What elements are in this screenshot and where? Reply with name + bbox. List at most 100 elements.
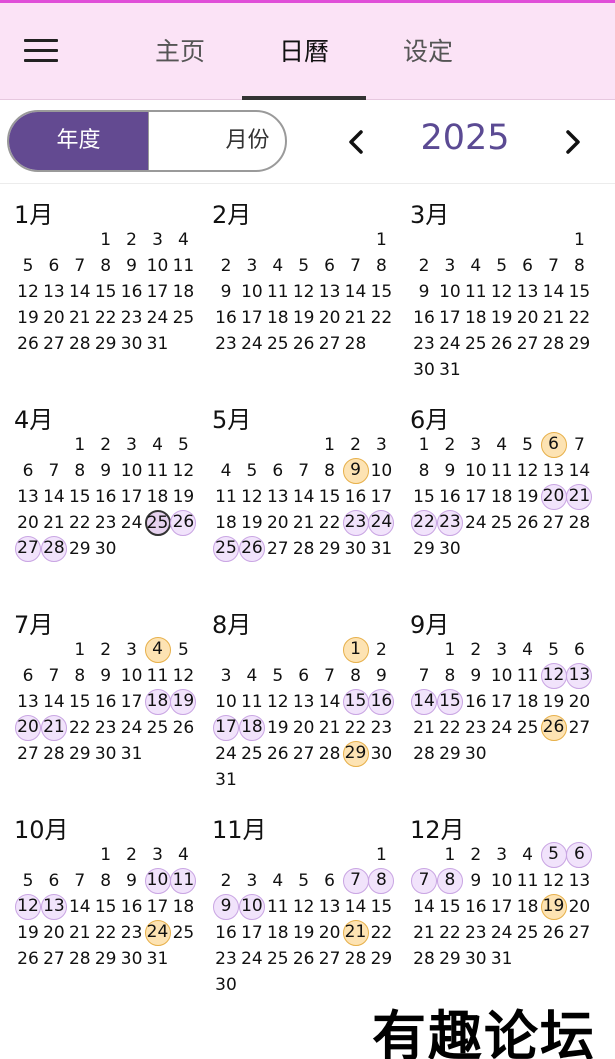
calendar-day[interactable]: 22 [67, 510, 93, 536]
calendar-day[interactable]: 19 [15, 920, 41, 946]
calendar-day[interactable]: 7 [67, 253, 93, 279]
calendar-day[interactable]: 17 [437, 305, 463, 331]
calendar-day[interactable]: 20 [515, 305, 541, 331]
calendar-day[interactable]: 16 [463, 689, 489, 715]
calendar-day[interactable]: 27 [317, 946, 343, 972]
calendar-day[interactable]: 15 [368, 894, 394, 920]
calendar-day[interactable]: 29 [437, 946, 463, 972]
calendar-day[interactable]: 12 [291, 894, 317, 920]
calendar-day[interactable]: 26 [489, 331, 515, 357]
calendar-day[interactable]: 28 [317, 741, 343, 767]
calendar-day[interactable]: 16 [343, 484, 369, 510]
calendar-day[interactable]: 16 [119, 894, 145, 920]
calendar-day[interactable]: 23 [213, 331, 239, 357]
calendar-day[interactable]: 4 [145, 432, 171, 458]
calendar-day[interactable]: 22 [368, 305, 394, 331]
calendar-day[interactable]: 23 [93, 510, 119, 536]
calendar-day[interactable]: 10 [489, 663, 515, 689]
calendar-day[interactable]: 29 [566, 331, 592, 357]
calendar-day[interactable]: 23 [213, 946, 239, 972]
calendar-day[interactable]: 28 [40, 536, 67, 562]
calendar-day[interactable]: 25 [170, 305, 196, 331]
calendar-day[interactable]: 10 [144, 868, 171, 894]
year-view-button[interactable]: 年度 [9, 112, 148, 170]
calendar-day[interactable]: 30 [213, 972, 239, 998]
calendar-day[interactable]: 27 [15, 536, 41, 562]
calendar-day[interactable]: 7 [291, 458, 317, 484]
calendar-day[interactable]: 24 [119, 510, 145, 536]
calendar-day[interactable]: 2 [343, 432, 369, 458]
calendar-day[interactable]: 15 [368, 279, 394, 305]
calendar-day[interactable]: 22 [343, 715, 369, 741]
calendar-day[interactable]: 21 [67, 920, 93, 946]
calendar-day[interactable]: 4 [239, 663, 265, 689]
calendar-day[interactable]: 3 [239, 253, 265, 279]
calendar-day[interactable]: 25 [489, 510, 515, 536]
calendar-day[interactable]: 18 [515, 689, 541, 715]
calendar-day[interactable]: 26 [15, 331, 41, 357]
calendar-day[interactable]: 25 [144, 510, 171, 536]
calendar-day[interactable]: 19 [489, 305, 515, 331]
calendar-day[interactable]: 27 [41, 331, 67, 357]
calendar-day[interactable]: 13 [40, 894, 67, 920]
calendar-day[interactable]: 26 [291, 331, 317, 357]
calendar-day[interactable]: 29 [67, 741, 93, 767]
calendar-day[interactable]: 20 [291, 715, 317, 741]
calendar-day[interactable]: 13 [265, 484, 291, 510]
calendar-day[interactable]: 24 [368, 510, 395, 536]
calendar-day[interactable]: 12 [265, 689, 291, 715]
calendar-day[interactable]: 21 [317, 715, 343, 741]
calendar-day[interactable]: 1 [437, 842, 463, 868]
calendar-day[interactable]: 12 [291, 279, 317, 305]
calendar-day[interactable]: 20 [41, 920, 67, 946]
calendar-day[interactable]: 28 [67, 946, 93, 972]
calendar-day[interactable]: 11 [515, 868, 541, 894]
calendar-day[interactable]: 8 [368, 253, 394, 279]
calendar-day[interactable]: 2 [93, 432, 119, 458]
calendar-day[interactable]: 12 [15, 894, 41, 920]
calendar-day[interactable]: 19 [265, 715, 291, 741]
calendar-day[interactable]: 18 [489, 484, 515, 510]
calendar-day[interactable]: 7 [67, 868, 93, 894]
calendar-day[interactable]: 6 [291, 663, 317, 689]
calendar-day[interactable]: 23 [119, 305, 145, 331]
calendar-day[interactable]: 11 [239, 689, 265, 715]
calendar-day[interactable]: 9 [213, 894, 239, 920]
calendar-day[interactable]: 28 [566, 510, 592, 536]
calendar-day[interactable]: 29 [317, 536, 343, 562]
calendar-day[interactable]: 30 [343, 536, 369, 562]
calendar-day[interactable]: 14 [541, 279, 567, 305]
calendar-day[interactable]: 14 [67, 279, 93, 305]
calendar-day[interactable]: 3 [119, 637, 145, 663]
calendar-day[interactable]: 7 [411, 868, 437, 894]
calendar-day[interactable]: 20 [317, 305, 343, 331]
calendar-day[interactable]: 2 [119, 227, 145, 253]
calendar-day[interactable]: 9 [463, 663, 489, 689]
calendar-day[interactable]: 13 [317, 894, 343, 920]
calendar-day[interactable]: 7 [541, 253, 567, 279]
calendar-day[interactable]: 27 [41, 946, 67, 972]
calendar-day[interactable]: 6 [566, 637, 592, 663]
calendar-day[interactable]: 3 [489, 637, 515, 663]
calendar-day[interactable]: 11 [170, 253, 196, 279]
calendar-day[interactable]: 11 [213, 484, 239, 510]
calendar-day[interactable]: 8 [67, 663, 93, 689]
calendar-day[interactable]: 23 [463, 715, 489, 741]
calendar-day[interactable]: 21 [67, 305, 93, 331]
calendar-day[interactable]: 24 [463, 510, 489, 536]
calendar-day[interactable]: 22 [566, 305, 592, 331]
menu-icon[interactable] [24, 39, 58, 65]
calendar-day[interactable]: 1 [368, 227, 394, 253]
month-view-button[interactable]: 月份 [148, 112, 285, 170]
calendar-day[interactable]: 17 [489, 894, 515, 920]
calendar-day[interactable]: 19 [515, 484, 541, 510]
calendar-day[interactable]: 20 [41, 305, 67, 331]
calendar-day[interactable]: 9 [119, 253, 145, 279]
calendar-day[interactable]: 16 [93, 484, 119, 510]
calendar-day[interactable]: 25 [145, 715, 171, 741]
calendar-day[interactable]: 14 [291, 484, 317, 510]
calendar-day[interactable]: 5 [515, 432, 541, 458]
calendar-day[interactable]: 28 [343, 331, 369, 357]
calendar-day[interactable]: 15 [93, 279, 119, 305]
calendar-day[interactable]: 15 [93, 894, 119, 920]
